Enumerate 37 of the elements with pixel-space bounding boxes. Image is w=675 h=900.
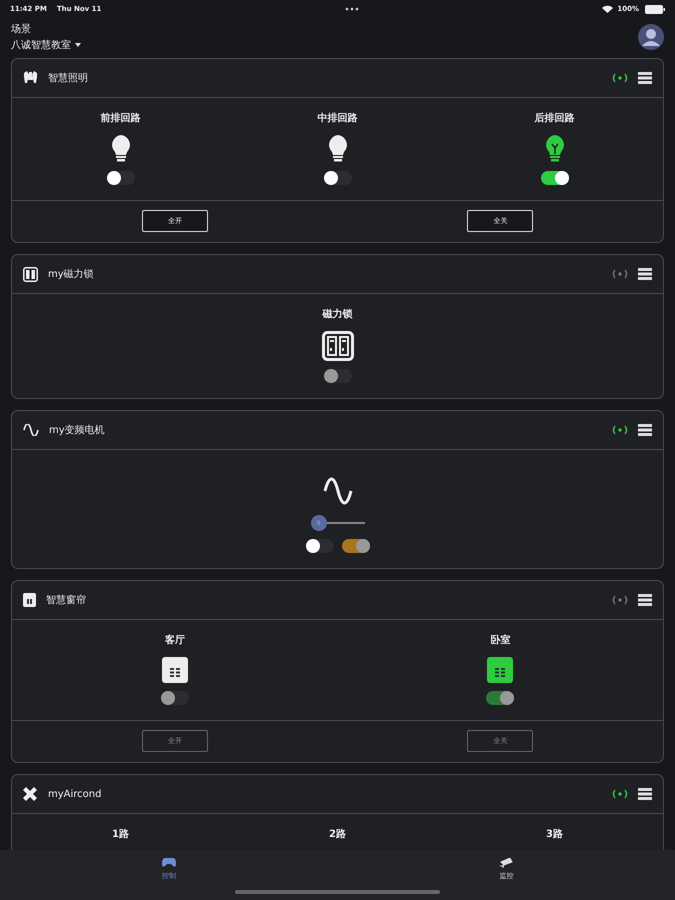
wave-icon <box>322 477 352 505</box>
wifi-icon <box>602 5 614 13</box>
menu-icon[interactable] <box>638 268 652 280</box>
menu-icon[interactable] <box>638 72 652 84</box>
door-icon <box>322 331 354 361</box>
card-title: my变频电机 <box>49 424 106 437</box>
channel-label: 1路 <box>112 828 129 841</box>
channel-label: 3路 <box>546 828 563 841</box>
toggle-switch[interactable] <box>540 171 568 185</box>
card-title: 智慧窗帘 <box>46 594 87 607</box>
channel-label: 客厅 <box>164 633 185 647</box>
header-caption: 场景 <box>11 22 32 36</box>
toggle-switch[interactable] <box>306 539 334 553</box>
menu-icon[interactable] <box>638 424 652 436</box>
channel-label: 中排回路 <box>318 112 358 125</box>
toggle-switch[interactable] <box>324 171 352 185</box>
card-title: my磁力锁 <box>48 268 95 281</box>
channel-label: 2路 <box>329 828 346 841</box>
toggle-switch[interactable] <box>106 171 134 185</box>
door-icon <box>23 266 38 282</box>
channel-label: 卧室 <box>490 633 510 647</box>
menu-icon[interactable] <box>638 788 652 800</box>
more-icon <box>344 7 359 11</box>
wave-icon <box>23 424 39 436</box>
card-title: myAircond <box>48 788 102 800</box>
camera-icon <box>499 858 514 868</box>
avatar-icon[interactable] <box>638 24 664 50</box>
channel-label: 磁力锁 <box>322 308 352 321</box>
channel-label: 后排回路 <box>534 112 574 125</box>
caret-icon <box>75 43 81 47</box>
battery-icon <box>645 4 665 14</box>
gamepad-icon <box>162 858 176 868</box>
channel-label: 前排回路 <box>100 112 140 125</box>
scene-dropdown[interactable]: 八诚智慧教室 <box>11 38 81 52</box>
curtain-icon <box>23 593 36 607</box>
menu-icon[interactable] <box>638 594 652 606</box>
card-title: 智慧照明 <box>48 72 89 85</box>
